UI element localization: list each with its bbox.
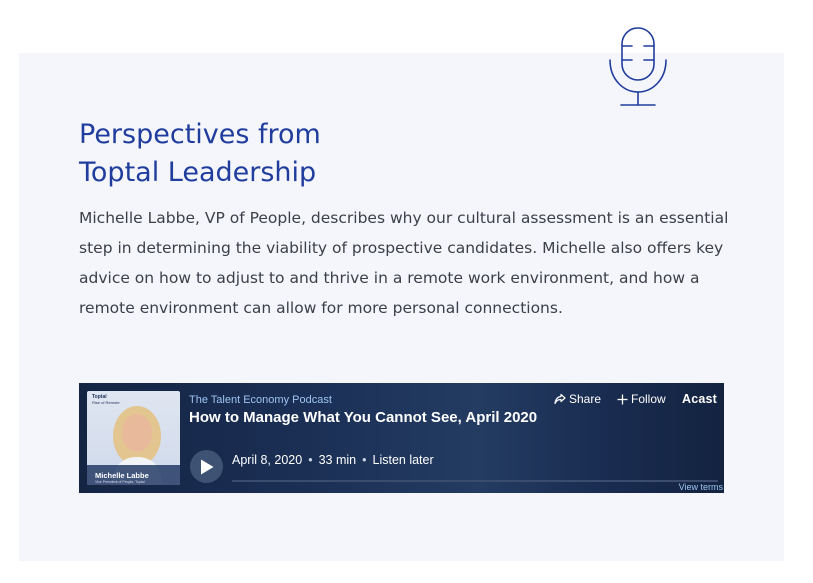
meta-separator: • bbox=[362, 453, 366, 467]
section-title-line-2: Toptal Leadership bbox=[79, 154, 321, 192]
section-title: Perspectives from Toptal Leadership bbox=[79, 116, 321, 192]
episode-cover-art: Toptal Rise of Remote Michelle Labbe Vic… bbox=[87, 391, 180, 485]
view-terms-link[interactable]: View terms bbox=[679, 482, 723, 492]
share-label: Share bbox=[569, 392, 601, 406]
progress-bar[interactable] bbox=[232, 480, 718, 482]
cover-subtitle: Rise of Remote bbox=[92, 400, 120, 405]
follow-label: Follow bbox=[631, 392, 666, 406]
section-title-line-1: Perspectives from bbox=[79, 116, 321, 154]
episode-meta: April 8, 2020 • 33 min • Listen later bbox=[232, 453, 434, 467]
plus-icon bbox=[617, 394, 628, 405]
listen-later-button[interactable]: Listen later bbox=[373, 453, 434, 467]
cover-host-role: Vice President of People, Toptal bbox=[95, 480, 145, 484]
follow-button[interactable]: Follow bbox=[617, 392, 666, 406]
episode-duration: 33 min bbox=[319, 453, 357, 467]
cover-host-name: Michelle Labbe bbox=[95, 471, 149, 480]
acast-logo-link[interactable]: Acast bbox=[682, 392, 717, 406]
episode-date: April 8, 2020 bbox=[232, 453, 302, 467]
play-icon bbox=[200, 459, 214, 475]
podcast-player[interactable]: Toptal Rise of Remote Michelle Labbe Vic… bbox=[79, 383, 724, 493]
share-icon bbox=[554, 393, 566, 405]
section-description: Michelle Labbe, VP of People, describes … bbox=[79, 203, 729, 323]
share-button[interactable]: Share bbox=[554, 392, 601, 406]
microphone-icon bbox=[605, 26, 671, 108]
meta-separator: • bbox=[308, 453, 312, 467]
episode-title[interactable]: How to Manage What You Cannot See, April… bbox=[189, 409, 537, 426]
play-button[interactable] bbox=[190, 450, 223, 483]
show-name-link[interactable]: The Talent Economy Podcast bbox=[189, 394, 332, 406]
